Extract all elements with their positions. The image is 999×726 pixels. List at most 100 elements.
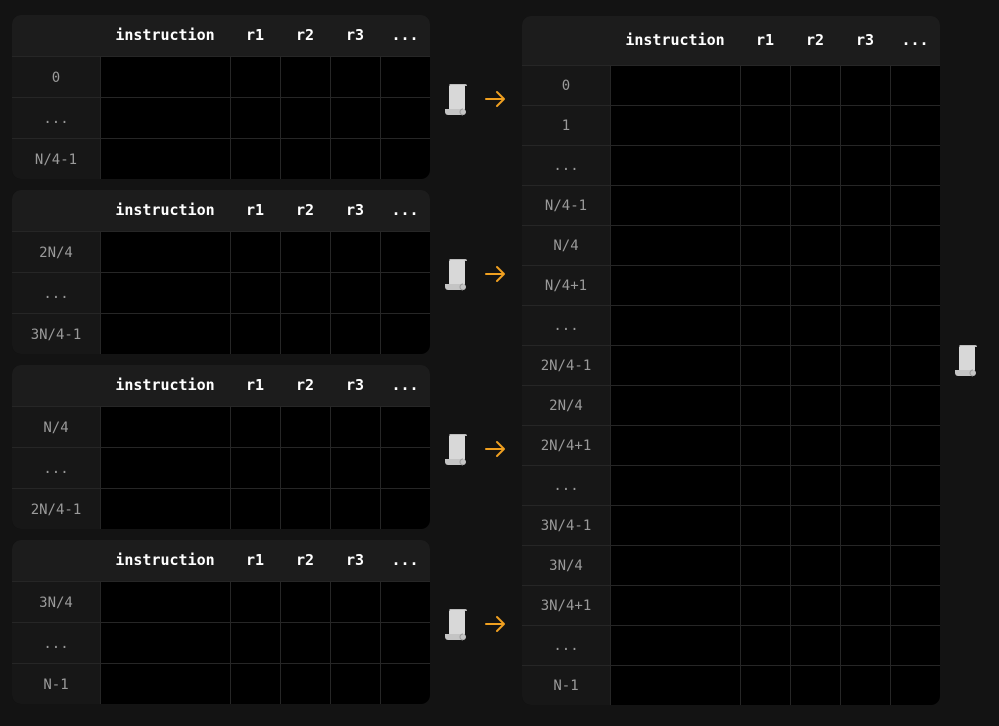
table-row: ... xyxy=(12,97,430,139)
left-table-4: instruction r1 r2 r3... 3N/4... N-1 xyxy=(12,540,430,704)
left-table-3: instruction r1 r2 r3... N/4... 2N/4-1 xyxy=(12,365,430,529)
column-divider xyxy=(230,56,231,179)
table-row: ... xyxy=(522,465,940,506)
column-divider xyxy=(100,581,101,704)
column-divider xyxy=(380,56,381,179)
column-divider xyxy=(280,231,281,354)
column-divider xyxy=(330,231,331,354)
column-divider xyxy=(890,65,891,705)
table-row: N/4 xyxy=(12,406,430,448)
scroll-icon xyxy=(445,609,467,641)
column-divider xyxy=(840,65,841,705)
column-header-r3: r3 xyxy=(345,26,365,44)
column-header-more: ... xyxy=(391,376,419,394)
column-header-r1: r1 xyxy=(245,376,265,394)
row-index-label: ... xyxy=(522,626,610,666)
row-index-label: 1 xyxy=(522,106,610,146)
column-header-instruction: instruction xyxy=(115,201,215,219)
row-index-label: 2N/4-1 xyxy=(12,489,100,529)
column-divider xyxy=(790,65,791,705)
arrow-right-icon xyxy=(485,616,505,632)
column-header-r2: r2 xyxy=(295,26,315,44)
arrow-right-icon xyxy=(485,91,505,107)
row-index-label: 0 xyxy=(522,66,610,106)
table-row: 3N/4-1 xyxy=(12,313,430,354)
column-divider xyxy=(100,56,101,179)
column-divider xyxy=(380,581,381,704)
column-divider xyxy=(380,406,381,529)
row-index-label: 3N/4 xyxy=(522,546,610,586)
row-index-label: 2N/4-1 xyxy=(522,346,610,386)
column-divider xyxy=(280,581,281,704)
scroll-icon xyxy=(445,84,467,116)
column-divider xyxy=(100,406,101,529)
table-row: ... xyxy=(522,145,940,186)
column-header-instruction: instruction xyxy=(115,376,215,394)
row-index-label: 2N/4 xyxy=(522,386,610,426)
column-divider xyxy=(330,406,331,529)
table-row: 1 xyxy=(522,105,940,146)
row-index-label: N/4+1 xyxy=(522,266,610,306)
row-index-label: 2N/4+1 xyxy=(522,426,610,466)
table-header: instruction r1 r2 r3... xyxy=(12,15,430,56)
table-row: N/4+1 xyxy=(522,265,940,306)
table-row: 2N/4 xyxy=(12,231,430,273)
row-index-label: N/4 xyxy=(522,226,610,266)
column-header-r3: r3 xyxy=(345,201,365,219)
table-row: 3N/4-1 xyxy=(522,505,940,546)
scroll-icon xyxy=(445,434,467,466)
row-index-label: N/4 xyxy=(12,407,100,448)
column-header-instruction: instruction xyxy=(115,551,215,569)
row-index-label: ... xyxy=(522,466,610,506)
table-row: N/4-1 xyxy=(12,138,430,179)
column-header-r2: r2 xyxy=(295,376,315,394)
column-divider xyxy=(610,65,611,705)
row-index-label: ... xyxy=(12,448,100,489)
scroll-icon xyxy=(445,259,467,291)
merged-table: instruction r1 r2 r3... 0 1... N/4-1 N/4 N/4+1..… xyxy=(522,16,940,705)
column-divider xyxy=(230,581,231,704)
column-header-r2: r2 xyxy=(295,551,315,569)
column-divider xyxy=(330,56,331,179)
table-row: ... xyxy=(12,272,430,314)
column-header-r1: r1 xyxy=(245,26,265,44)
column-divider xyxy=(380,231,381,354)
column-header-more: ... xyxy=(391,551,419,569)
row-index-label: 2N/4 xyxy=(12,232,100,273)
table-row: 2N/4 xyxy=(522,385,940,426)
arrow-right-icon xyxy=(485,441,505,457)
row-index-label: 3N/4+1 xyxy=(522,586,610,626)
table-row: 2N/4+1 xyxy=(522,425,940,466)
column-header-more: ... xyxy=(901,31,929,49)
table-header: instruction r1 r2 r3... xyxy=(12,540,430,581)
column-header-r2: r2 xyxy=(295,201,315,219)
column-header-r3: r3 xyxy=(345,551,365,569)
table-row: ... xyxy=(12,622,430,664)
table-row: 3N/4+1 xyxy=(522,585,940,626)
table-row: N/4-1 xyxy=(522,185,940,226)
row-index-label: 0 xyxy=(12,57,100,98)
row-index-label: 3N/4-1 xyxy=(12,314,100,354)
table-row: ... xyxy=(12,447,430,489)
table-header: instruction r1 r2 r3... xyxy=(522,16,940,65)
left-table-2: instruction r1 r2 r3... 2N/4... 3N/4-1 xyxy=(12,190,430,354)
arrow-right-icon xyxy=(485,266,505,282)
table-row: 3N/4 xyxy=(12,581,430,623)
column-header-instruction: instruction xyxy=(115,26,215,44)
table-row: ... xyxy=(522,625,940,666)
table-row: ... xyxy=(522,305,940,346)
column-divider xyxy=(230,406,231,529)
column-header-r1: r1 xyxy=(245,551,265,569)
row-index-label: N-1 xyxy=(522,666,610,705)
row-index-label: ... xyxy=(522,306,610,346)
row-index-label: ... xyxy=(12,623,100,664)
table-row: 0 xyxy=(522,65,940,106)
column-header-more: ... xyxy=(391,201,419,219)
row-index-label: N/4-1 xyxy=(12,139,100,179)
table-header: instruction r1 r2 r3... xyxy=(12,365,430,406)
row-index-label: ... xyxy=(12,98,100,139)
column-divider xyxy=(100,231,101,354)
column-divider xyxy=(280,406,281,529)
table-row: N/4 xyxy=(522,225,940,266)
table-row: N-1 xyxy=(522,665,940,705)
